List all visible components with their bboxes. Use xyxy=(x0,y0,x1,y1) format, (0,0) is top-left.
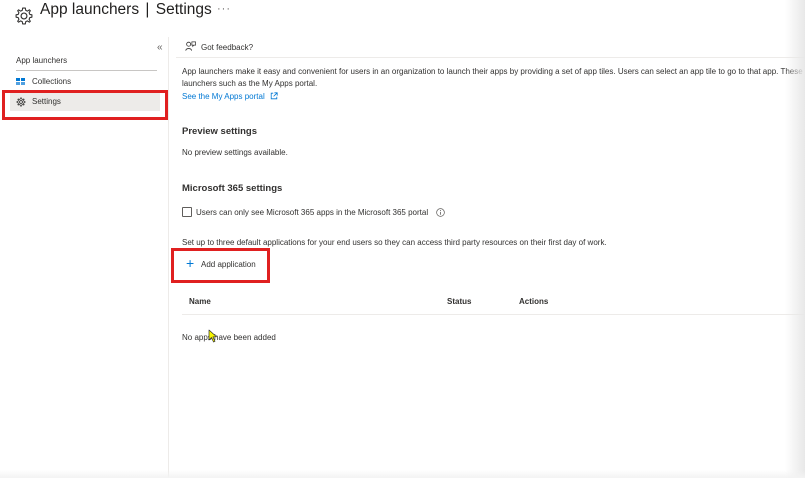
sidebar-item-collections[interactable]: Collections xyxy=(10,73,160,91)
table-header-divider xyxy=(182,314,805,315)
m365-only-checkbox[interactable] xyxy=(182,207,192,217)
external-link-icon xyxy=(270,92,278,100)
feedback-icon[interactable] xyxy=(185,41,196,52)
empty-table-message: No apps have been added xyxy=(182,333,276,342)
gear-icon xyxy=(15,7,33,25)
title-separator: | xyxy=(145,1,150,18)
description-container: App launchers make it easy and convenien… xyxy=(182,66,805,92)
right-edge-shadow xyxy=(785,0,805,478)
collections-icon xyxy=(16,78,25,85)
mouse-cursor-icon xyxy=(208,329,217,343)
sidebar-heading: App launchers xyxy=(16,56,68,65)
preview-settings-text: No preview settings available. xyxy=(182,148,288,157)
portal-link-label: See the My Apps portal xyxy=(182,92,265,101)
feedback-button[interactable]: Got feedback? xyxy=(201,43,253,52)
info-icon[interactable] xyxy=(436,208,445,217)
m365-only-checkbox-label[interactable]: Users can only see Microsoft 365 apps in… xyxy=(196,208,428,217)
column-header-actions[interactable]: Actions xyxy=(519,297,548,306)
description-text: App launchers make it easy and convenien… xyxy=(182,67,803,88)
sidebar-item-label: Collections xyxy=(32,77,72,86)
bottom-edge-shadow xyxy=(0,470,805,478)
m365-settings-heading: Microsoft 365 settings xyxy=(182,183,283,194)
page-title-main: App launchers xyxy=(40,1,140,18)
page-title-sub: Settings xyxy=(155,1,212,18)
collapse-sidebar-button[interactable]: « xyxy=(157,42,163,53)
sidebar-divider xyxy=(16,70,157,71)
highlight-box-add-application xyxy=(171,248,270,283)
sidebar-border xyxy=(168,37,169,478)
column-header-status[interactable]: Status xyxy=(447,297,471,306)
command-bar-divider xyxy=(176,57,805,58)
more-options-button[interactable]: ··· xyxy=(217,3,231,15)
default-apps-description: Set up to three default applications for… xyxy=(182,238,607,247)
my-apps-portal-link[interactable]: See the My Apps portal xyxy=(182,92,278,101)
highlight-box-settings xyxy=(2,90,168,120)
preview-settings-heading: Preview settings xyxy=(182,126,257,137)
page-title: App launchers | Settings xyxy=(40,1,212,19)
column-header-name[interactable]: Name xyxy=(189,297,211,306)
